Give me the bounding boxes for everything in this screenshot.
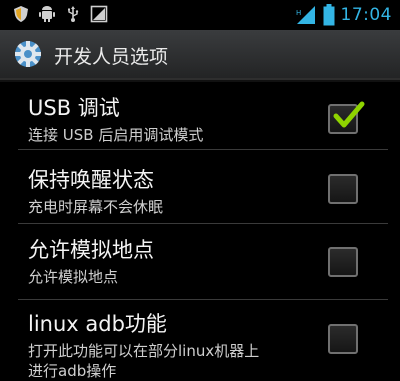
setting-linux-adb[interactable]: linux adb功能 打开此功能可以在部分linux机器上 进行adb操作 (0, 300, 400, 380)
system-icons: H 17:04 (295, 4, 393, 26)
setting-title: linux adb功能 (28, 312, 167, 336)
setting-summary: 连接 USB 后启用调试模式 (28, 126, 204, 144)
mock-locations-checkbox[interactable] (328, 247, 358, 277)
setting-title: 允许模拟地点 (28, 238, 154, 262)
usb-icon (68, 6, 79, 22)
setting-title: 保持唤醒状态 (28, 168, 154, 192)
checkmark-icon (333, 101, 365, 128)
screenshot-icon (90, 5, 108, 23)
setting-summary: 充电时屏幕不会休眠 (28, 198, 164, 216)
usb-debugging-checkbox[interactable] (328, 101, 365, 134)
setting-summary: 允许模拟地点 (28, 268, 119, 286)
setting-mock-locations[interactable]: 允许模拟地点 允许模拟地点 (0, 224, 400, 298)
shield-icon (14, 6, 28, 22)
page-title: 开发人员选项 (54, 46, 169, 68)
svg-text:H: H (296, 9, 301, 17)
setting-summary: 打开此功能可以在部分linux机器上 (28, 342, 260, 360)
action-bar: 开发人员选项 (0, 30, 400, 80)
battery-icon (323, 4, 334, 26)
notification-icons (12, 5, 108, 23)
settings-gear-icon (15, 41, 41, 67)
android-debug-icon (39, 6, 55, 22)
linux-adb-checkbox[interactable] (328, 324, 358, 354)
stay-awake-checkbox[interactable] (328, 174, 358, 204)
setting-summary-continued: 进行adb操作 (28, 362, 117, 380)
setting-usb-debugging[interactable]: USB 调试 连接 USB 后启用调试模式 (0, 80, 400, 148)
clock: 17:04 (340, 5, 392, 25)
status-bar: H 17:04 (0, 0, 400, 30)
signal-icon: H (296, 6, 315, 24)
setting-title: USB 调试 (28, 96, 120, 120)
setting-stay-awake[interactable]: 保持唤醒状态 充电时屏幕不会休眠 (0, 150, 400, 222)
